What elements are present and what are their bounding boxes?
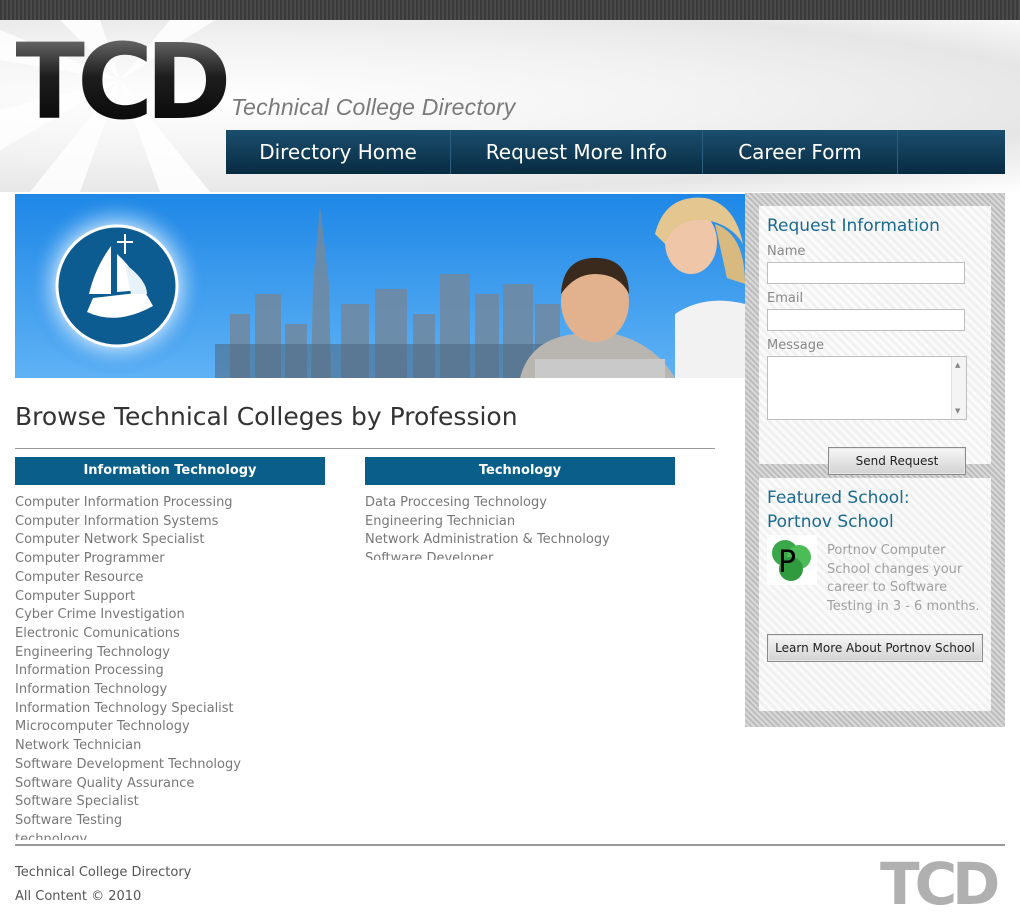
profession-list-information-technology: Computer Information Processing Computer…: [15, 494, 345, 840]
list-item[interactable]: Software Development Technology: [15, 756, 345, 775]
list-item[interactable]: Computer Support: [15, 588, 345, 607]
profession-link[interactable]: Software Testing: [15, 813, 122, 828]
footer-divider: [15, 844, 1005, 846]
profession-link[interactable]: Software Developer: [365, 551, 493, 560]
list-item[interactable]: Engineering Technology: [15, 644, 345, 663]
profession-link[interactable]: Cyber Crime Investigation: [15, 607, 185, 622]
profession-link[interactable]: Computer Support: [15, 589, 135, 604]
profession-link[interactable]: Software Specialist: [15, 794, 139, 809]
profession-link[interactable]: Data Proccesing Technology: [365, 495, 547, 510]
nav-request-more-info[interactable]: Request More Info: [451, 130, 703, 174]
profession-link[interactable]: Computer Resource: [15, 570, 143, 585]
featured-school-name: Portnov School: [767, 512, 894, 532]
scroll-down-icon[interactable]: ▼: [955, 407, 960, 415]
nav-career-form[interactable]: Career Form: [703, 130, 898, 174]
list-item[interactable]: Computer Network Specialist: [15, 531, 345, 550]
profession-link[interactable]: Electronic Comunications: [15, 626, 180, 641]
learn-more-portnov-button[interactable]: Learn More About Portnov School: [767, 634, 983, 662]
banner-image: [15, 194, 745, 378]
send-request-button[interactable]: Send Request: [828, 447, 966, 475]
profession-list-technology: Data Proccesing Technology Engineering T…: [365, 494, 695, 560]
profession-link[interactable]: Computer Information Systems: [15, 514, 218, 529]
list-item[interactable]: Microcomputer Technology: [15, 718, 345, 737]
page-heading: Browse Technical Colleges by Profession: [15, 402, 518, 431]
featured-school-description: Portnov Computer School changes your car…: [767, 542, 983, 616]
svg-text:TCD: TCD: [16, 36, 226, 122]
list-item[interactable]: Computer Resource: [15, 569, 345, 588]
footer-tcd-logo: TCD: [880, 858, 998, 908]
list-item[interactable]: Computer Information Systems: [15, 513, 345, 532]
footer-site-name: Technical College Directory: [15, 865, 192, 880]
svg-text:TCD: TCD: [880, 858, 998, 908]
list-item[interactable]: technology: [15, 831, 345, 840]
list-item[interactable]: Software Developer: [365, 550, 695, 560]
profession-link[interactable]: Network Technician: [15, 738, 141, 753]
list-item[interactable]: Network Technician: [15, 737, 345, 756]
profession-link[interactable]: Microcomputer Technology: [15, 719, 190, 734]
site-tagline: Technical College Directory: [231, 94, 516, 120]
description-text: Portnov Computer School changes your car…: [827, 543, 980, 614]
profession-link[interactable]: Engineering Technology: [15, 645, 170, 660]
list-item[interactable]: Software Testing: [15, 812, 345, 831]
list-item[interactable]: Electronic Comunications: [15, 625, 345, 644]
list-item[interactable]: Software Quality Assurance: [15, 775, 345, 794]
profession-link[interactable]: Software Quality Assurance: [15, 776, 194, 791]
request-information-panel: Request Information Name Email Message ▲…: [759, 206, 991, 475]
name-label: Name: [767, 244, 806, 259]
list-item[interactable]: Network Administration & Technology: [365, 531, 695, 550]
profession-link[interactable]: Information Processing: [15, 663, 164, 678]
list-item[interactable]: Information Technology Specialist: [15, 700, 345, 719]
profession-link[interactable]: Software Development Technology: [15, 757, 241, 772]
main-nav: Directory Home Request More Info Career …: [226, 130, 1005, 174]
nav-directory-home[interactable]: Directory Home: [226, 130, 451, 174]
email-field[interactable]: [767, 309, 965, 331]
message-field[interactable]: ▲ ▼: [767, 356, 967, 420]
list-item[interactable]: Engineering Technician: [365, 513, 695, 532]
profession-link[interactable]: Information Technology Specialist: [15, 701, 234, 716]
message-scrollbar[interactable]: ▲ ▼: [951, 357, 966, 419]
hero-banner: [15, 194, 745, 378]
email-label: Email: [767, 291, 804, 306]
list-item[interactable]: Computer Programmer: [15, 550, 345, 569]
ship-emblem-icon: [55, 224, 179, 348]
heading-divider: [15, 448, 715, 449]
tcd-logo[interactable]: TCD: [16, 36, 228, 122]
message-label: Message: [767, 338, 824, 353]
sidebar: Request Information Name Email Message ▲…: [745, 193, 1005, 727]
profession-link[interactable]: Engineering Technician: [365, 514, 515, 529]
list-item[interactable]: Software Specialist: [15, 793, 345, 812]
profession-link[interactable]: Computer Network Specialist: [15, 532, 205, 547]
featured-school-title: Featured School:: [767, 488, 910, 508]
profession-link[interactable]: Information Technology: [15, 682, 167, 697]
profession-link[interactable]: Computer Programmer: [15, 551, 165, 566]
top-bar: [0, 0, 1020, 20]
category-header-technology: Technology: [365, 457, 675, 485]
list-item[interactable]: Computer Information Processing: [15, 494, 345, 513]
category-header-information-technology: Information Technology: [15, 457, 325, 485]
list-item[interactable]: Information Technology: [15, 681, 345, 700]
name-field[interactable]: [767, 262, 965, 284]
featured-school-panel: Featured School: Portnov School P Portno…: [759, 478, 991, 711]
list-item[interactable]: Information Processing: [15, 662, 345, 681]
scroll-up-icon[interactable]: ▲: [955, 361, 960, 369]
footer-copyright: All Content © 2010: [15, 889, 142, 904]
list-item[interactable]: Data Proccesing Technology: [365, 494, 695, 513]
profession-link[interactable]: technology: [15, 832, 87, 840]
request-information-title: Request Information: [767, 216, 940, 236]
list-item[interactable]: Cyber Crime Investigation: [15, 606, 345, 625]
profession-link[interactable]: Computer Information Processing: [15, 495, 233, 510]
profession-link[interactable]: Network Administration & Technology: [365, 532, 610, 547]
